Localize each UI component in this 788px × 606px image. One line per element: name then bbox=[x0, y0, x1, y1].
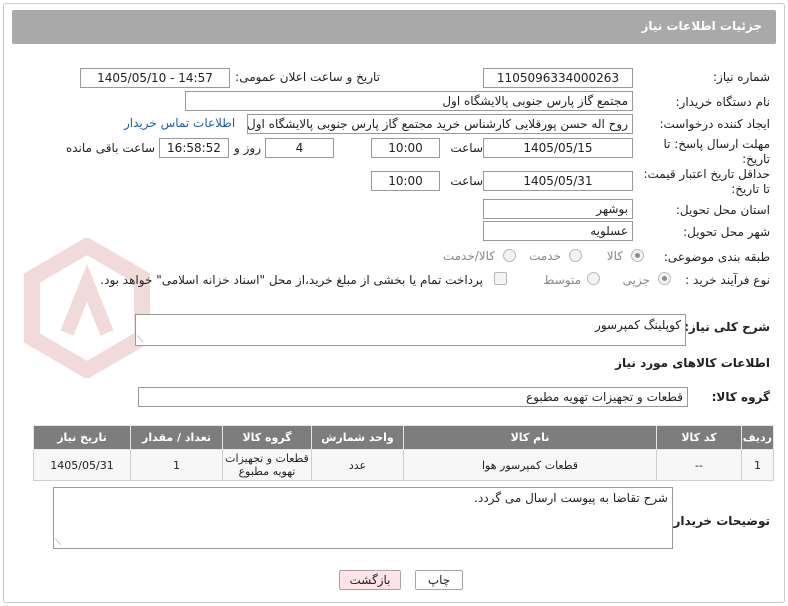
process-option-minor: جزیی bbox=[622, 273, 650, 287]
watermark-logo-icon bbox=[24, 238, 150, 378]
city-field: عسلویه bbox=[483, 221, 633, 241]
category-label: طبقه بندی موضوعی: bbox=[663, 250, 770, 264]
cell-item-group: قطعات و تجهیزات تهویه مطبوع bbox=[222, 449, 312, 481]
summary-field: کوپلینگ کمپرسور ⟋ bbox=[135, 314, 686, 346]
goods-group-field: قطعات و تجهیزات تهویه مطبوع bbox=[138, 387, 688, 407]
reply-time-field: 10:00 bbox=[371, 138, 440, 158]
cell-need-date: 1405/05/31 bbox=[33, 449, 131, 481]
col-header-need-date: تاریخ نیاز bbox=[33, 425, 131, 450]
announce-date-label: تاریخ و ساعت اعلان عمومی: bbox=[235, 70, 380, 84]
cell-item-code: -- bbox=[656, 449, 742, 481]
buyer-notes-label: توضیحات خریدار: bbox=[668, 514, 770, 528]
category-radio-goods-service[interactable] bbox=[503, 249, 516, 262]
remaining-time-field: 16:58:52 bbox=[159, 138, 229, 158]
summary-label: شرح کلی نیاز: bbox=[684, 320, 770, 334]
need-number-field: 1105096334000263 bbox=[483, 68, 633, 88]
category-radio-service[interactable] bbox=[569, 249, 582, 262]
print-button[interactable]: چاپ bbox=[415, 570, 463, 590]
process-type-label: نوع فرآیند خرید : bbox=[685, 273, 770, 287]
creator-field: روح اله حسن پورقلایی کارشناس خرید مجتمع … bbox=[247, 114, 633, 134]
city-label: شهر محل تحویل: bbox=[683, 225, 770, 239]
treasury-payment-checkbox[interactable] bbox=[494, 272, 507, 285]
buyer-contact-link[interactable]: اطلاعات تماس خریدار bbox=[124, 116, 235, 130]
price-validity-time-field: 10:00 bbox=[371, 171, 440, 191]
days-label: روز و bbox=[234, 141, 261, 155]
goods-table-header: ردیف کد کالا نام کالا واحد شمارش گروه کا… bbox=[33, 425, 774, 450]
process-option-medium: متوسط bbox=[543, 273, 581, 287]
goods-group-label: گروه کالا: bbox=[711, 390, 770, 404]
page-title: جزئیات اطلاعات نیاز bbox=[12, 10, 776, 44]
price-validity-label: حداقل تاریخ اعتبار قیمت: تا تاریخ: bbox=[643, 167, 770, 196]
buyer-notes-text: شرح تقاضا به پیوست ارسال می گردد. bbox=[474, 491, 668, 505]
category-option-service: خدمت bbox=[529, 249, 561, 263]
province-label: استان محل تحویل: bbox=[675, 203, 770, 217]
resize-grip-icon[interactable]: ⟋ bbox=[55, 539, 61, 548]
cell-unit: عدد bbox=[311, 449, 404, 481]
category-option-goods: کالا bbox=[606, 249, 623, 263]
need-number-label: شماره نیاز: bbox=[713, 70, 770, 84]
col-header-row-number: ردیف bbox=[741, 425, 774, 450]
buyer-org-field: مجتمع گاز پارس جنوبی پالایشگاه اول bbox=[185, 91, 633, 111]
buyer-notes-field: شرح تقاضا به پیوست ارسال می گردد. ⟋ bbox=[53, 487, 673, 549]
goods-section-title: اطلاعات کالاهای مورد نیاز bbox=[615, 356, 770, 370]
col-header-quantity: تعداد / مقدار bbox=[130, 425, 223, 450]
col-header-item-name: نام کالا bbox=[403, 425, 657, 450]
province-field: بوشهر bbox=[483, 199, 633, 219]
category-option-goods-service: کالا/خدمت bbox=[442, 249, 495, 263]
summary-text: کوپلینگ کمپرسور bbox=[595, 318, 681, 332]
resize-grip-icon[interactable]: ⟋ bbox=[137, 336, 143, 345]
col-header-item-group: گروه کالا bbox=[222, 425, 312, 450]
remaining-time-label: ساعت باقی مانده bbox=[65, 141, 155, 155]
cell-quantity: 1 bbox=[130, 449, 223, 481]
process-radio-minor[interactable] bbox=[658, 272, 671, 285]
buyer-org-label: نام دستگاه خریدار: bbox=[675, 95, 771, 109]
creator-label: ایجاد کننده درخواست: bbox=[659, 117, 770, 131]
reply-date-field: 1405/05/15 bbox=[483, 138, 633, 158]
process-radio-medium[interactable] bbox=[587, 272, 600, 285]
cell-row-number: 1 bbox=[741, 449, 774, 481]
cell-item-name: قطعات کمپرسور هوا bbox=[403, 449, 657, 481]
reply-deadline-label: مهلت ارسال پاسخ: تا تاریخ: bbox=[663, 137, 770, 166]
table-row: 1 -- قطعات کمپرسور هوا عدد قطعات و تجهیز… bbox=[33, 449, 774, 481]
remaining-days-field: 4 bbox=[265, 138, 334, 158]
announce-date-field: 1405/05/10 - 14:57 bbox=[80, 68, 230, 88]
goods-table: ردیف کد کالا نام کالا واحد شمارش گروه کا… bbox=[33, 425, 774, 481]
col-header-item-code: کد کالا bbox=[656, 425, 742, 450]
treasury-payment-note: پرداخت تمام یا بخشی از مبلغ خرید،از محل … bbox=[100, 273, 483, 287]
col-header-unit: واحد شمارش bbox=[311, 425, 404, 450]
price-validity-time-label: ساعت bbox=[450, 174, 483, 188]
category-radio-goods[interactable] bbox=[631, 249, 644, 262]
back-button[interactable]: بازگشت bbox=[339, 570, 401, 590]
reply-time-label: ساعت bbox=[450, 141, 483, 155]
price-validity-date-field: 1405/05/31 bbox=[483, 171, 633, 191]
